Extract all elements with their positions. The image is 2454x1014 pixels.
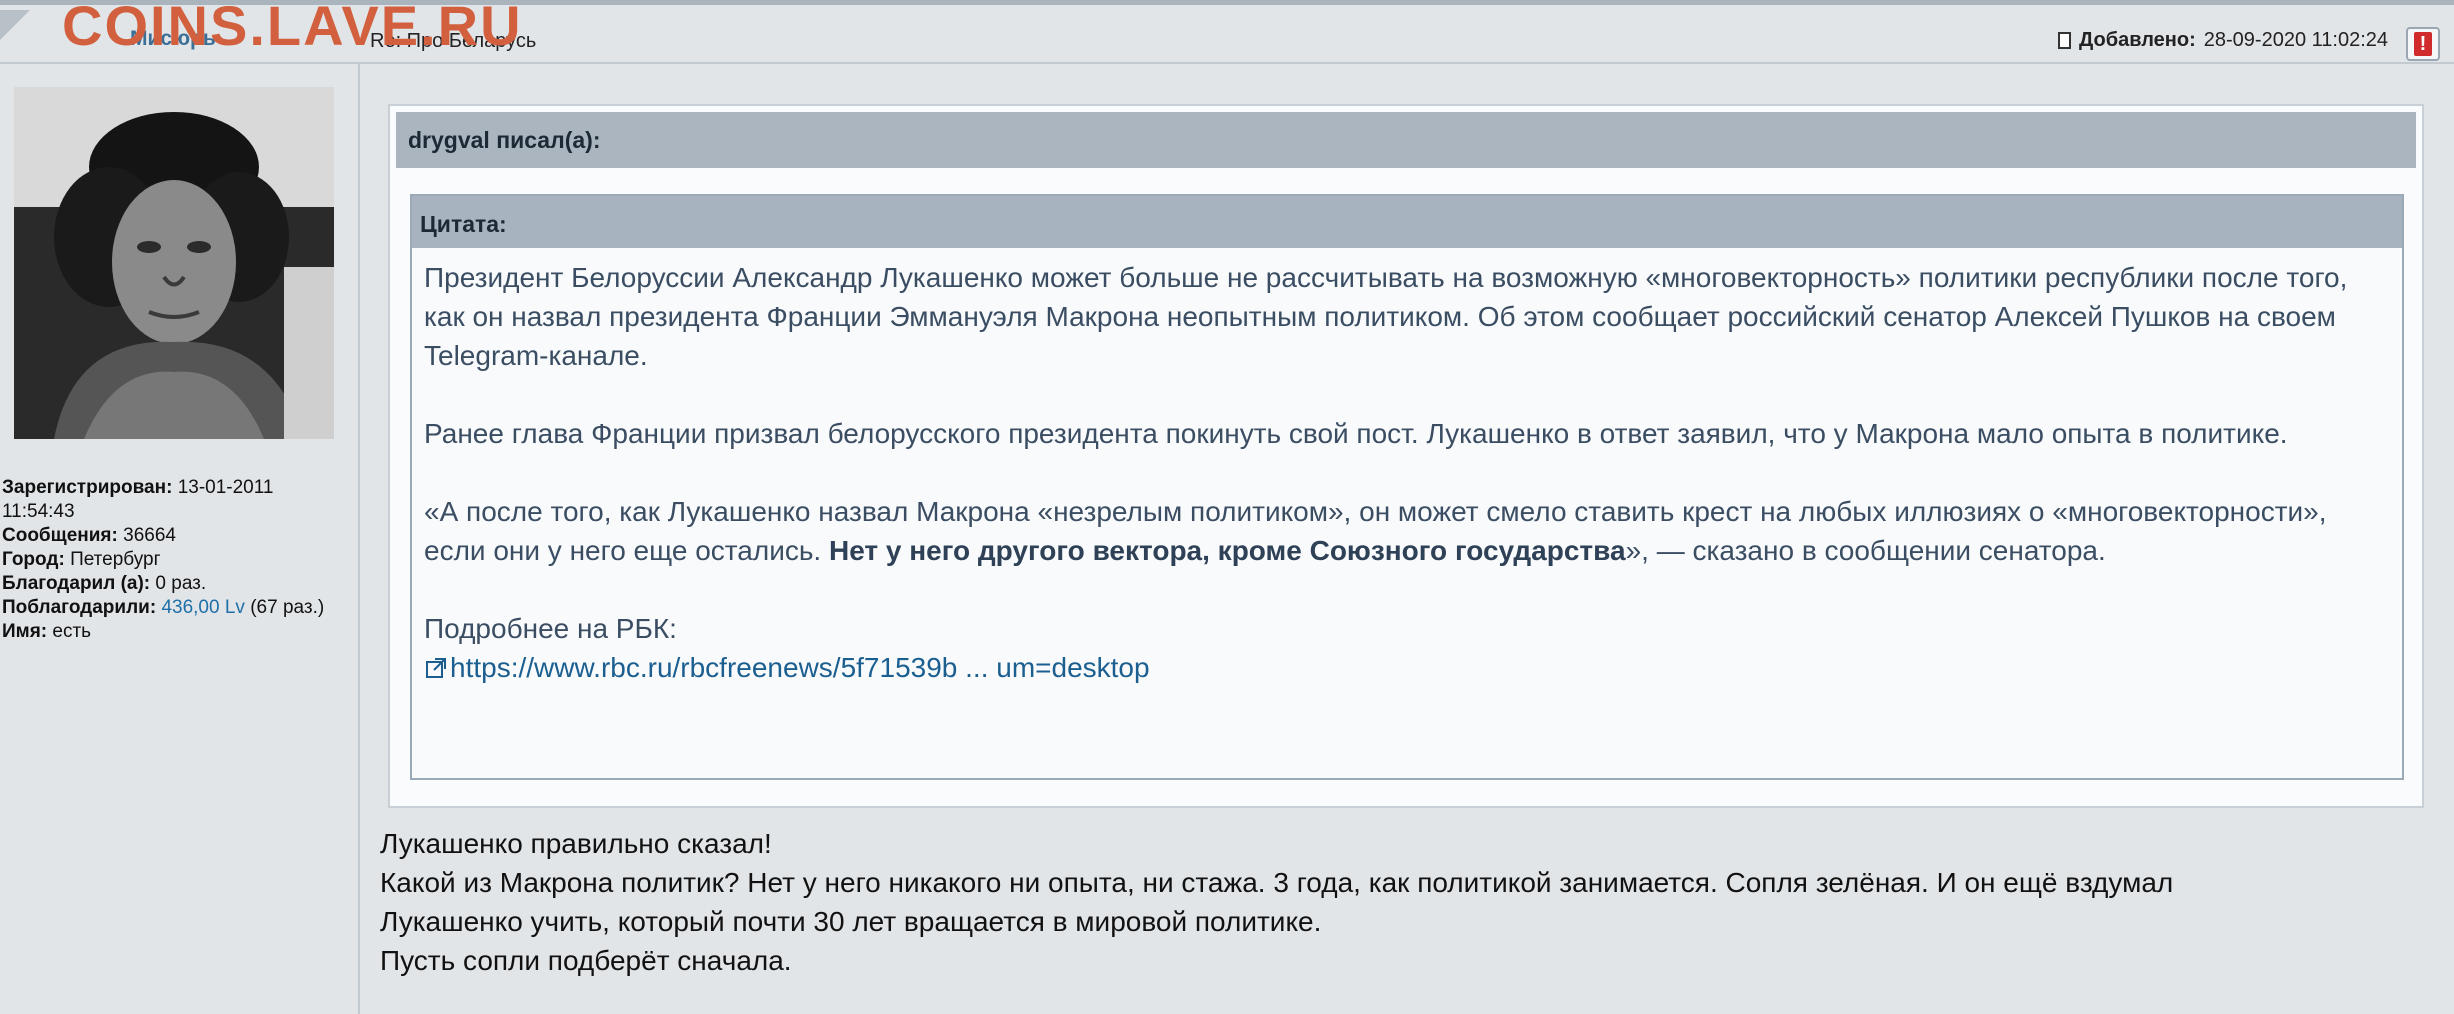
added-label: Добавлено: bbox=[2079, 29, 2196, 51]
source-paragraph: Подробнее на РБК: https://www.rbc.ru/rbc… bbox=[424, 609, 2390, 687]
city-row: Город: Петербург bbox=[2, 548, 347, 572]
quote-body: Президент Белоруссии Александр Лукашенко… bbox=[412, 248, 2402, 687]
quote-paragraph-1: Президент Белоруссии Александр Лукашенко… bbox=[424, 262, 2348, 371]
reply-text: Лукашенко правильно сказал! Какой из Мак… bbox=[380, 824, 2440, 980]
registered-time: 11:54:43 bbox=[2, 501, 75, 522]
reply-line-4: Пусть сопли подберёт сначала. bbox=[380, 945, 792, 976]
post-content: drygval писал(а): Цитата: Президент Бело… bbox=[362, 64, 2454, 1014]
avatar-image bbox=[14, 87, 334, 439]
city-label: Город: bbox=[2, 549, 65, 570]
messages-label: Сообщения: bbox=[2, 525, 118, 546]
thanked-by-row: Поблагодарили: 436,00 Lv (67 раз.) bbox=[2, 596, 347, 620]
warning-icon: ! bbox=[2414, 32, 2432, 56]
user-sidebar: Зарегистрирован: 13-01-2011 11:54:43 Соо… bbox=[0, 64, 360, 1014]
quote-paragraph-2: Ранее глава Франции призвал белорусского… bbox=[424, 418, 2288, 449]
user-info: Зарегистрирован: 13-01-2011 11:54:43 Соо… bbox=[2, 476, 347, 644]
registered-label: Зарегистрирован: bbox=[2, 477, 173, 498]
nested-quote-block: Цитата: Президент Белоруссии Александр Л… bbox=[410, 194, 2404, 780]
post-date: Добавлено: 28-09-2020 11:02:24 bbox=[2058, 29, 2388, 52]
thanked-label: Благодарил (а): bbox=[2, 573, 151, 594]
quote-paragraph-3-end: », — сказано в сообщении сенатора. bbox=[1625, 535, 2106, 566]
external-link-icon bbox=[426, 658, 446, 678]
messages-row: Сообщения: 36664 bbox=[2, 524, 347, 548]
reply-line-1: Лукашенко правильно сказал! bbox=[380, 828, 772, 859]
quote-paragraph-3-bold: Нет у него другого вектора, кроме Союзно… bbox=[828, 535, 1626, 566]
reply-line-3: Лукашенко учить, который почти 30 лет вр… bbox=[380, 906, 1322, 937]
messages-count: 36664 bbox=[123, 525, 176, 546]
reply-line-2: Какой из Макрона политик? Нет у него ник… bbox=[380, 867, 2174, 898]
name-row: Имя: есть bbox=[2, 620, 347, 644]
site-watermark: COINS.LAVE.RU bbox=[62, 0, 523, 57]
corner-decoration bbox=[0, 10, 30, 40]
nested-quote-title: Цитата: bbox=[412, 196, 2402, 248]
report-button[interactable]: ! bbox=[2406, 27, 2440, 61]
source-link[interactable]: https://www.rbc.ru/rbcfreenews/5f71539b … bbox=[450, 652, 1150, 683]
thanked-by-amount-link[interactable]: 436,00 Lv bbox=[161, 597, 244, 618]
city-value: Петербург bbox=[70, 549, 161, 570]
registered-date: 13-01-2011 bbox=[177, 477, 274, 498]
document-icon bbox=[2058, 32, 2072, 49]
thanked-row: Благодарил (а): 0 раз. bbox=[2, 572, 347, 596]
name-label: Имя: bbox=[2, 621, 48, 642]
quote-paragraph-3: «А после того, как Лукашенко назвал Макр… bbox=[424, 492, 2390, 570]
thanked-by-label: Поблагодарили: bbox=[2, 597, 157, 618]
avatar[interactable] bbox=[14, 87, 334, 439]
quote-block: drygval писал(а): Цитата: Президент Бело… bbox=[388, 104, 2424, 808]
quote-author-title: drygval писал(а): bbox=[396, 112, 2416, 168]
added-date: 28-09-2020 11:02:24 bbox=[2203, 29, 2388, 51]
thanked-by-count: (67 раз.) bbox=[250, 597, 325, 618]
name-value: есть bbox=[52, 621, 92, 642]
thanked-value: 0 раз. bbox=[155, 573, 207, 594]
source-label: Подробнее на РБК: bbox=[424, 613, 677, 644]
registered-row: Зарегистрирован: 13-01-2011 11:54:43 bbox=[2, 476, 347, 524]
